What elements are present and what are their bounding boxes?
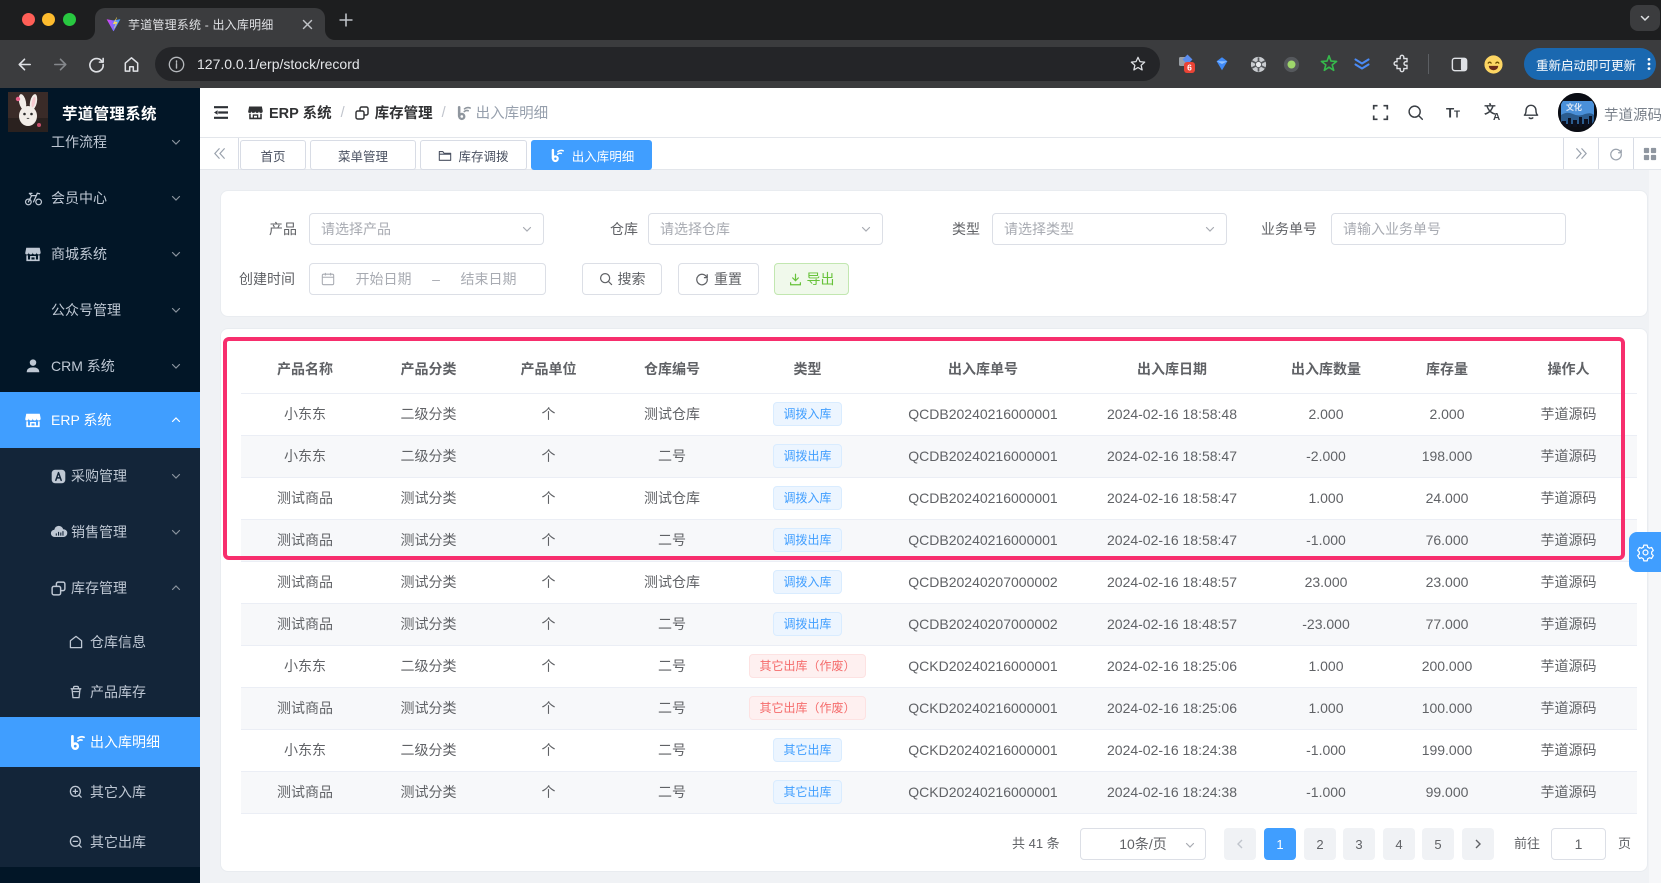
svg-text:T: T [1454, 109, 1460, 120]
svg-text:A: A [1493, 112, 1500, 121]
svg-text:文化: 文化 [1566, 102, 1582, 112]
svg-text:6: 6 [1187, 63, 1192, 73]
